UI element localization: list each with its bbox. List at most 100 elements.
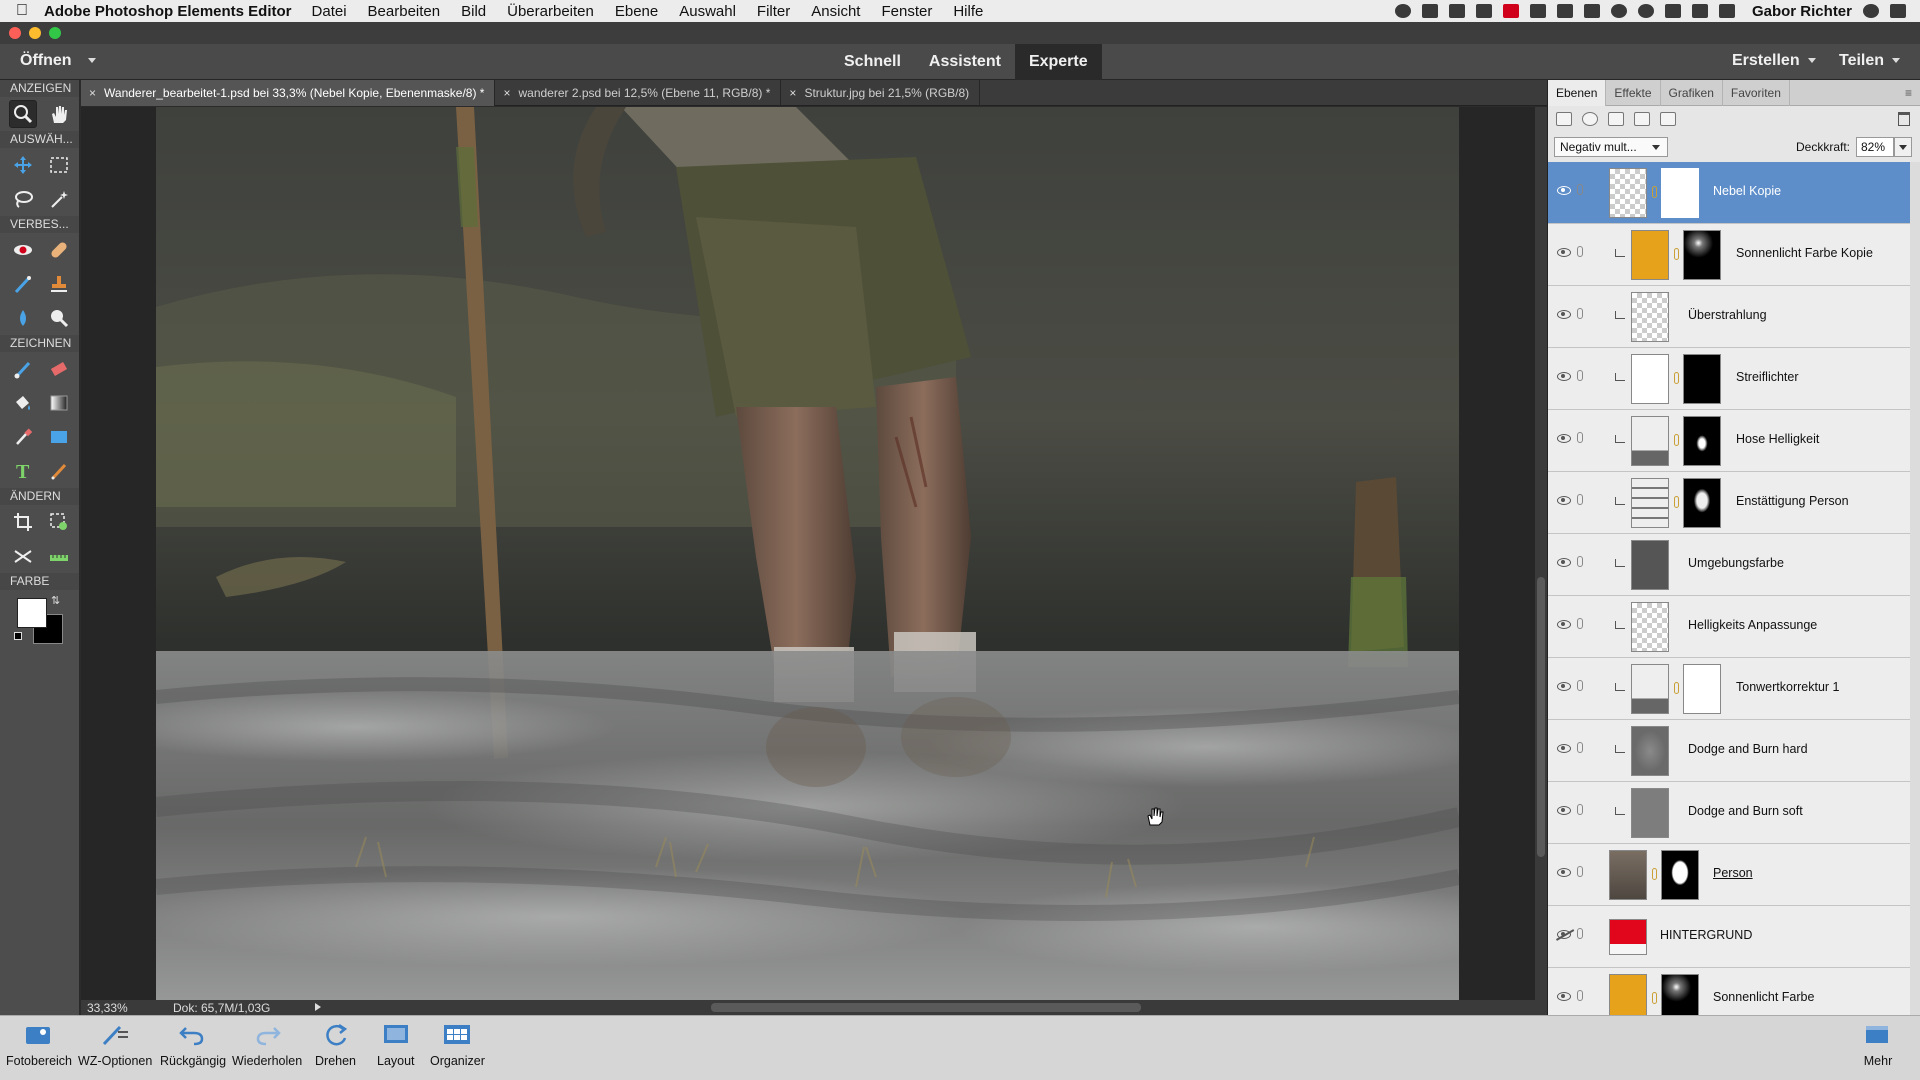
create-menu[interactable]: Erstellen	[1732, 52, 1816, 70]
move-tool-icon[interactable]	[9, 151, 37, 179]
cloud-icon[interactable]	[1448, 4, 1465, 18]
spotlight-search-icon[interactable]	[1863, 4, 1879, 18]
pencil-tool-icon[interactable]	[45, 457, 73, 485]
layer-name[interactable]: Dodge and Burn soft	[1688, 804, 1803, 818]
rotate-button[interactable]: Drehen	[315, 1020, 356, 1068]
time-machine-icon[interactable]	[1610, 4, 1627, 18]
menu-hilfe[interactable]: Hilfe	[953, 3, 983, 20]
layer-name[interactable]: Überstrahlung	[1688, 308, 1767, 322]
user-name[interactable]: Gabor Richter	[1752, 3, 1852, 20]
menu-filter[interactable]: Filter	[757, 3, 790, 20]
canvas-vertical-scrollbar[interactable]	[1535, 107, 1547, 1000]
mode-experte[interactable]: Experte	[1014, 44, 1102, 80]
organizer-button[interactable]: Organizer	[430, 1020, 485, 1068]
layer-lock-icon[interactable]	[1577, 804, 1583, 815]
doc-tab-wanderer-bearbeitet[interactable]: × Wanderer_bearbeitet-1.psd bei 33,3% (Ne…	[81, 80, 496, 106]
tool-options-button[interactable]: WZ-Optionen	[78, 1020, 152, 1068]
spot-healing-icon[interactable]	[45, 236, 73, 264]
canvas-area[interactable]	[81, 107, 1535, 1000]
lasso-tool-icon[interactable]	[9, 185, 37, 213]
magic-wand-icon[interactable]	[45, 185, 73, 213]
layer-row-tonwertkorrektur-1[interactable]: Tonwertkorrektur 1	[1548, 658, 1910, 720]
minimize-window-icon[interactable]	[29, 27, 41, 39]
sponge-tool-icon[interactable]	[45, 304, 73, 332]
trash-icon[interactable]	[1898, 112, 1910, 126]
layer-row-sonnenlicht-farbe-kopie[interactable]: Sonnenlicht Farbe Kopie	[1548, 224, 1910, 286]
close-window-icon[interactable]	[9, 27, 21, 39]
layer-row-dodge-burn-hard[interactable]: Dodge and Burn hard	[1548, 720, 1910, 782]
smart-brush-icon[interactable]	[9, 270, 37, 298]
visibility-eye-icon[interactable]	[1557, 558, 1571, 567]
photo-bin-button[interactable]: Fotobereich	[6, 1020, 72, 1068]
layer-name[interactable]: Tonwertkorrektur 1	[1736, 680, 1840, 694]
layer-lock-icon[interactable]	[1577, 494, 1583, 505]
layer-name[interactable]: Sonnenlicht Farbe	[1713, 990, 1814, 1004]
layer-lock-icon[interactable]	[1577, 432, 1583, 443]
menu-auswahl[interactable]: Auswahl	[679, 3, 736, 20]
mask-link-icon[interactable]	[1674, 682, 1679, 694]
layer-lock-icon[interactable]	[1577, 556, 1583, 567]
layer-name[interactable]: Nebel Kopie	[1713, 184, 1781, 198]
new-layer-icon[interactable]	[1556, 112, 1572, 126]
visibility-eye-icon[interactable]	[1557, 744, 1571, 753]
eject-icon[interactable]	[1691, 4, 1708, 18]
visibility-eye-icon[interactable]	[1557, 248, 1571, 257]
layout-button[interactable]: Layout	[377, 1020, 415, 1068]
brush-tool-icon[interactable]	[9, 355, 37, 383]
close-tab-icon[interactable]: ×	[789, 86, 796, 100]
visibility-eye-icon[interactable]	[1557, 806, 1571, 815]
layer-name[interactable]: Umgebungsfarbe	[1688, 556, 1784, 570]
add-mask-icon[interactable]	[1608, 112, 1624, 126]
airplay-icon[interactable]	[1556, 4, 1573, 18]
eraser-tool-icon[interactable]	[45, 355, 73, 383]
layer-lock-icon[interactable]	[1577, 928, 1583, 939]
blend-mode-select[interactable]: Negativ mult...	[1554, 137, 1668, 157]
volume-icon[interactable]	[1718, 4, 1735, 18]
doc-tab-struktur[interactable]: × Struktur.jpg bei 21,5% (RGB/8)	[781, 80, 981, 106]
visibility-eye-icon[interactable]	[1557, 682, 1571, 691]
visibility-eye-icon[interactable]	[1557, 992, 1571, 1001]
horizontal-scroll-thumb[interactable]	[711, 1003, 1141, 1012]
foreground-color-swatch[interactable]	[17, 598, 47, 628]
mask-link-icon[interactable]	[1652, 992, 1657, 1004]
more-button[interactable]: Mehr	[1862, 1020, 1894, 1068]
layer-name[interactable]: Hose Helligkeit	[1736, 432, 1819, 446]
content-aware-move-icon[interactable]	[9, 542, 37, 570]
apple-icon[interactable]: 	[0, 2, 44, 20]
undo-button[interactable]: Rückgängig	[160, 1020, 226, 1068]
menu-fenster[interactable]: Fenster	[881, 3, 932, 20]
recompose-tool-icon[interactable]	[45, 508, 73, 536]
app-name-menu[interactable]: Adobe Photoshop Elements Editor	[44, 3, 292, 20]
record-icon[interactable]	[1394, 4, 1411, 18]
layer-name[interactable]: Helligkeits Anpassunge	[1688, 618, 1817, 632]
menu-bearbeiten[interactable]: Bearbeiten	[368, 3, 441, 20]
crop-tool-icon[interactable]	[9, 508, 37, 536]
layer-lock-icon[interactable]	[1577, 742, 1583, 753]
layer-lock-icon[interactable]	[1577, 680, 1583, 691]
text-tool-icon[interactable]: T	[9, 457, 37, 485]
zoom-window-icon[interactable]	[49, 27, 61, 39]
panel-menu-icon[interactable]: ≡	[1905, 80, 1912, 105]
visibility-eye-hidden-icon[interactable]	[1557, 930, 1571, 939]
document-image[interactable]	[156, 107, 1459, 1000]
vertical-scroll-thumb[interactable]	[1537, 577, 1545, 857]
blur-tool-icon[interactable]	[9, 304, 37, 332]
layer-name[interactable]: Enstättigung Person	[1736, 494, 1849, 508]
layer-row-sonnenlicht-farbe[interactable]: Sonnenlicht Farbe	[1548, 968, 1910, 1015]
layer-name[interactable]: HINTERGRUND	[1660, 928, 1752, 942]
lock-all-icon[interactable]	[1634, 112, 1650, 126]
layer-mask-thumbnail[interactable]	[1661, 168, 1699, 218]
layer-lock-icon[interactable]	[1577, 990, 1583, 1001]
clone-stamp-icon[interactable]	[45, 270, 73, 298]
tab-ebenen[interactable]: Ebenen	[1548, 80, 1607, 106]
mode-schnell[interactable]: Schnell	[830, 44, 915, 80]
rectangular-marquee-icon[interactable]	[45, 151, 73, 179]
layer-name[interactable]: Sonnenlicht Farbe Kopie	[1736, 246, 1873, 260]
mask-link-icon[interactable]	[1652, 868, 1657, 880]
swap-colors-icon[interactable]: ⇅	[51, 594, 60, 607]
display-icon[interactable]	[1583, 4, 1600, 18]
visibility-eye-icon[interactable]	[1557, 620, 1571, 629]
layer-row-enstaettigung-person[interactable]: Enstättigung Person	[1548, 472, 1910, 534]
layer-row-hose-helligkeit[interactable]: Hose Helligkeit	[1548, 410, 1910, 472]
opacity-input[interactable]: 82%	[1856, 137, 1894, 157]
